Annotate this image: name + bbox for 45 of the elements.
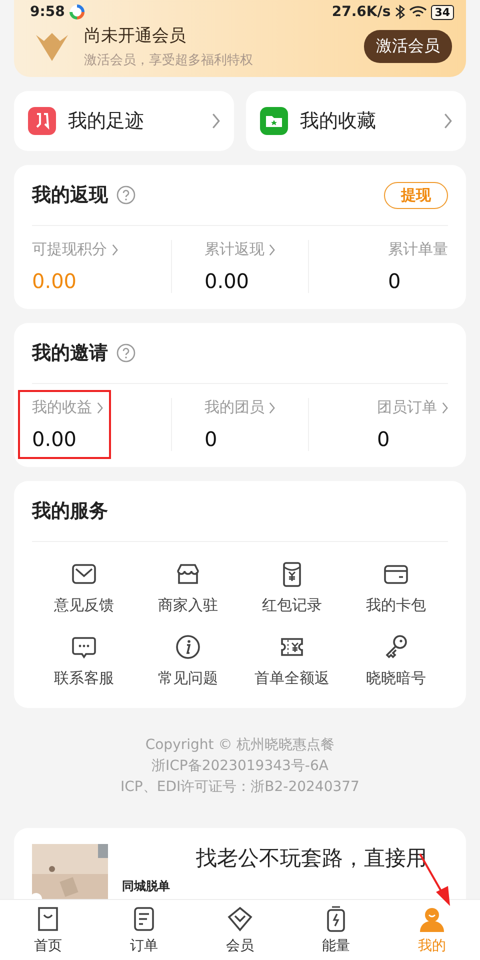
chevron-icon [444, 113, 452, 129]
member-status: 尚未开通会员 [84, 25, 187, 47]
shortcut-button[interactable]: 我的足迹 [14, 91, 234, 151]
crown-icon [34, 30, 70, 62]
service-item[interactable]: 常见问题 [136, 633, 240, 688]
tab[interactable]: 能量 [288, 900, 384, 960]
section-title: 我的返现 [32, 183, 108, 208]
stat-value: 0 [377, 427, 391, 451]
activate-button[interactable]: 激活会员 [364, 30, 452, 63]
footer-text: ICP、EDI许可证号：浙B2-20240377 [120, 778, 360, 796]
stat-value: 0.00 [32, 427, 78, 451]
stat-value: 0.00 [204, 269, 250, 293]
footer-text: 浙ICP备2023019343号-6A [152, 757, 328, 775]
service-item[interactable]: 联系客服 [32, 633, 136, 688]
stat-value: 0 [388, 269, 402, 293]
service-item[interactable]: 红包记录 [240, 560, 344, 615]
member-subtitle: 激活会员，享受超多福利特权 [84, 52, 254, 69]
service-item[interactable]: 首单全额返 [240, 633, 344, 688]
help-icon[interactable] [116, 343, 136, 363]
info-icon [174, 633, 202, 661]
section-title: 我的邀请 [32, 341, 108, 366]
ad-caption: 同城脱单 [122, 878, 170, 895]
service-item[interactable]: 我的卡包 [344, 560, 448, 615]
app-icon [68, 4, 85, 20]
person-icon [418, 905, 446, 933]
footprint-icon [28, 107, 56, 135]
shortcut-button[interactable]: 我的收藏 [246, 91, 466, 151]
service-item[interactable]: 晓晓暗号 [344, 633, 448, 688]
battery-icon: 34 [430, 4, 454, 20]
service-item[interactable]: 商家入驻 [136, 560, 240, 615]
bluetooth-icon [394, 4, 405, 20]
stat-value: 0 [204, 427, 218, 451]
status-time: 9:58 [30, 4, 65, 20]
stat-value: 0.00 [32, 269, 78, 293]
tab[interactable]: 订单 [96, 900, 192, 960]
wifi-icon [408, 5, 427, 19]
footer-text: Copyright © 杭州晓晓惠点餐 [145, 736, 335, 754]
tab[interactable]: 首页 [0, 900, 96, 960]
diamond-icon [226, 905, 254, 933]
network-speed: 27.6K/s [332, 4, 391, 20]
section-title: 我的服务 [32, 499, 108, 524]
service-item[interactable]: 意见反馈 [32, 560, 136, 615]
tab[interactable]: 会员 [192, 900, 288, 960]
help-icon[interactable] [116, 185, 136, 205]
chevron-icon [212, 113, 220, 129]
